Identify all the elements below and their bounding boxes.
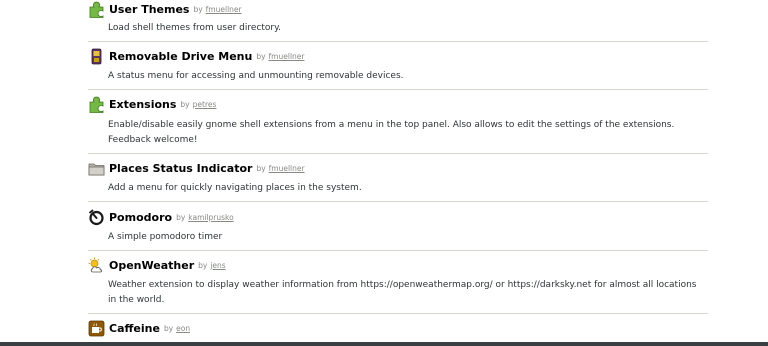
extension-description: Enable/disable easily gnome shell extens… (108, 120, 675, 145)
by-label: by (193, 4, 203, 14)
extension-byline: by fmuellner (193, 5, 241, 14)
author-link[interactable]: fmuellner (269, 52, 305, 61)
by-label: by (176, 212, 186, 222)
extension-byline: by fmuellner (256, 164, 304, 173)
by-label: by (163, 323, 174, 333)
extension-description: Load shell themes from user directory. (108, 23, 282, 33)
extension-header: Extensions by petres (88, 95, 216, 113)
extension-description: Add a menu for quickly navigating places… (108, 183, 362, 193)
bottom-panel-bar (0, 342, 768, 346)
extensions-page: User Themes by fmuellner Load shell theme… (0, 0, 768, 346)
by-label: by (256, 163, 266, 173)
separator (88, 153, 708, 154)
extension-name-link[interactable]: Extensions (109, 98, 176, 111)
extension-byline: by eon (164, 324, 190, 333)
extension-description: A simple pomodoro timer (108, 232, 223, 242)
separator (88, 89, 708, 90)
extension-name-link[interactable]: Pomodoro (109, 211, 172, 224)
extension-header: Pomodoro by kamilprusko (88, 208, 234, 226)
by-label: by (198, 260, 208, 270)
extension-byline: by fmuellner (256, 52, 304, 61)
extension-name-link[interactable]: User Themes (109, 3, 189, 16)
puzzle-piece-icon (88, 96, 105, 113)
author-link[interactable]: jens (210, 261, 225, 270)
extension-description: A status menu for accessing and unmounti… (108, 71, 404, 81)
coffee-cup-icon (88, 320, 105, 337)
extension-byline: by petres (180, 100, 216, 109)
separator (88, 313, 708, 314)
extension-name-link[interactable]: Caffeine (109, 322, 160, 335)
extension-header: User Themes by fmuellner (88, 0, 242, 18)
author-link[interactable]: kamilprusko (188, 213, 233, 222)
author-link[interactable]: fmuellner (269, 164, 305, 173)
usb-drive-icon (88, 48, 105, 65)
timer-icon (88, 209, 105, 226)
folder-icon (88, 160, 105, 177)
by-label: by (256, 51, 266, 61)
extension-header: Removable Drive Menu by fmuellner (88, 47, 304, 65)
extension-name-link[interactable]: Removable Drive Menu (109, 50, 252, 63)
separator (88, 201, 708, 202)
weather-icon (88, 257, 105, 274)
extension-header: Caffeine by eon (88, 319, 190, 337)
extension-byline: by kamilprusko (176, 213, 234, 222)
author-link[interactable]: fmuellner (206, 5, 242, 14)
by-label: by (180, 99, 190, 109)
author-link[interactable]: eon (176, 324, 190, 333)
puzzle-piece-icon (88, 1, 105, 18)
extension-byline: by jens (198, 261, 226, 270)
extension-header: OpenWeather by jens (88, 256, 226, 274)
author-link[interactable]: petres (193, 100, 217, 109)
extension-name-link[interactable]: OpenWeather (109, 259, 194, 272)
separator (88, 41, 708, 42)
separator (88, 250, 708, 251)
extension-name-link[interactable]: Places Status Indicator (109, 162, 252, 175)
extension-description: Weather extension to display weather inf… (108, 280, 697, 305)
extension-header: Places Status Indicator by fmuellner (88, 159, 305, 177)
